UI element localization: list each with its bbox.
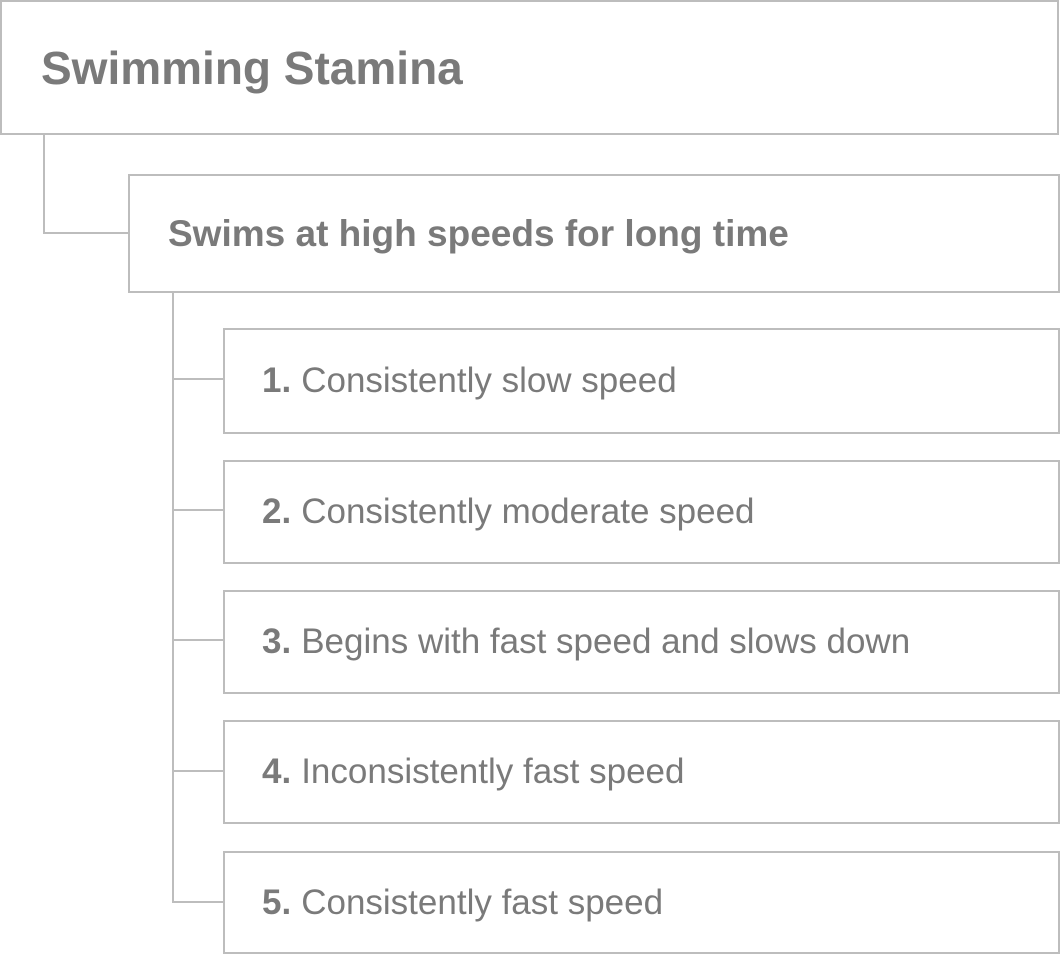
level-number: 1. (262, 361, 292, 400)
level-node-3: 3. Begins with fast speed and slows down (223, 590, 1060, 694)
level-label: Consistently moderate speed (301, 492, 755, 531)
level-label: Inconsistently fast speed (301, 752, 685, 791)
criterion-label: Swims at high speeds for long time (168, 212, 789, 254)
level-5-connector (172, 901, 224, 903)
root-connector-horizontal (43, 232, 129, 234)
level-text: 2. Consistently moderate speed (262, 492, 755, 532)
level-number: 3. (262, 622, 292, 661)
level-4-connector (172, 770, 224, 772)
level-text: 5. Consistently fast speed (262, 883, 663, 923)
criterion-connector-vertical (172, 293, 174, 903)
level-label: Begins with fast speed and slows down (301, 622, 911, 661)
level-node-4: 4. Inconsistently fast speed (223, 720, 1060, 824)
root-node: Swimming Stamina (0, 0, 1059, 135)
level-3-connector (172, 639, 224, 641)
level-2-connector (172, 509, 224, 511)
level-node-1: 1. Consistently slow speed (223, 328, 1060, 434)
level-1-connector (172, 378, 224, 380)
level-label: Consistently slow speed (301, 361, 677, 400)
level-node-5: 5. Consistently fast speed (223, 851, 1060, 954)
root-connector-vertical (43, 135, 45, 234)
level-number: 2. (262, 492, 292, 531)
level-text: 3. Begins with fast speed and slows down (262, 622, 910, 662)
level-number: 4. (262, 752, 292, 791)
root-title: Swimming Stamina (41, 41, 463, 94)
level-node-2: 2. Consistently moderate speed (223, 460, 1060, 564)
level-number: 5. (262, 882, 292, 922)
level-label: Consistently fast speed (301, 882, 664, 922)
criterion-node: Swims at high speeds for long time (128, 174, 1060, 293)
level-text: 1. Consistently slow speed (262, 361, 677, 401)
level-text: 4. Inconsistently fast speed (262, 752, 684, 792)
